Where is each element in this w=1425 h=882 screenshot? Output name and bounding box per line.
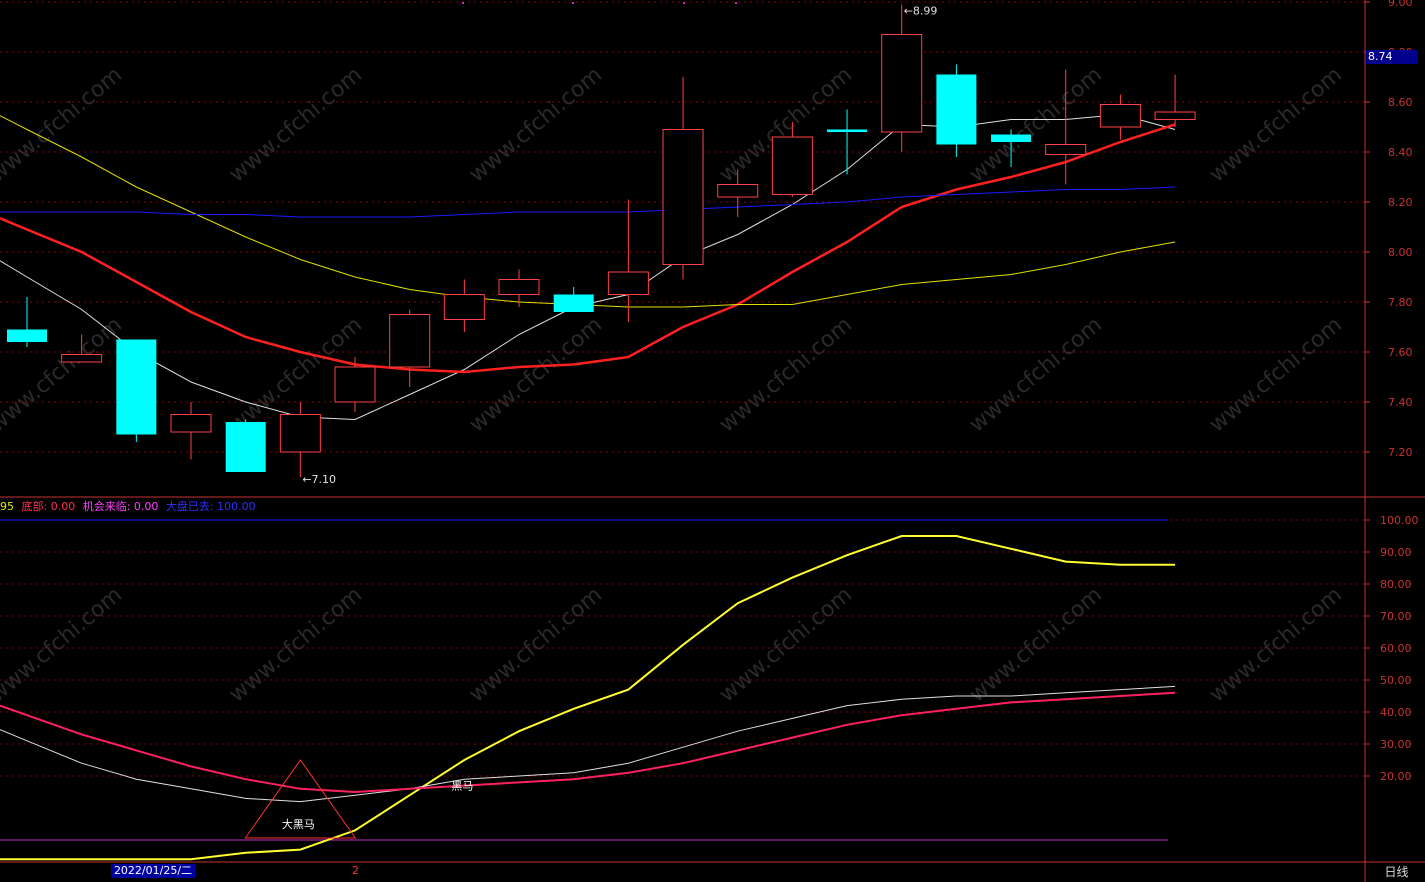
watermark-text: www.cfchi.com bbox=[1205, 582, 1347, 707]
stock-chart[interactable]: www.cfchi.com www.cfchi.com www.cfchi.com w… bbox=[0, 0, 1425, 882]
indicator-line bbox=[0, 691, 1176, 794]
candle-body-up bbox=[389, 314, 431, 368]
date-cursor: 2022/01/25/二 bbox=[111, 864, 195, 878]
watermark-text: www.cfchi.com bbox=[965, 312, 1107, 437]
signal-label: 黑马 bbox=[451, 780, 473, 793]
indicator-tick-label: 60.00 bbox=[1380, 642, 1412, 655]
period-tab-daily[interactable]: 日线 bbox=[1368, 862, 1425, 882]
high-price-annotation: ←8.99 bbox=[904, 5, 938, 18]
candle-body-up bbox=[1099, 104, 1141, 128]
price-tick-label: 8.60 bbox=[1388, 96, 1413, 109]
indicator-tick-label: 30.00 bbox=[1380, 738, 1412, 751]
price-tick-label: 8.40 bbox=[1388, 146, 1413, 159]
candle-body-down bbox=[827, 129, 868, 132]
candle-body-up bbox=[662, 129, 704, 265]
candle-body-up bbox=[771, 136, 813, 195]
candle-body-down bbox=[116, 339, 157, 435]
candle-body-up bbox=[170, 414, 212, 433]
indicator-value-main: 95 bbox=[0, 500, 14, 513]
signal-label: 大黑马 bbox=[282, 817, 315, 831]
indicator-opportunity-label: 机会来临: 0.00 bbox=[82, 500, 159, 513]
candle-body-up bbox=[498, 279, 540, 295]
indicator-tick-label: 80.00 bbox=[1380, 578, 1412, 591]
watermark-text: www.cfchi.com bbox=[225, 62, 367, 187]
price-tick-label: 8.20 bbox=[1388, 196, 1413, 209]
candle-body-up bbox=[334, 366, 376, 403]
indicator-tick-label: 40.00 bbox=[1380, 706, 1412, 719]
candle-body-up bbox=[717, 184, 759, 198]
indicator-tick-label: 100.00 bbox=[1380, 514, 1419, 527]
candle-body-up bbox=[1154, 111, 1196, 120]
date-cursor-secondary: 2 bbox=[352, 864, 359, 877]
candle-body-up bbox=[279, 414, 321, 453]
indicator-tick-label: 90.00 bbox=[1380, 546, 1412, 559]
watermark-text: www.cfchi.com bbox=[1205, 62, 1347, 187]
price-tick-label: 7.20 bbox=[1388, 446, 1413, 459]
low-price-annotation: ←7.10 bbox=[302, 473, 336, 486]
price-tick-label: 9.00 bbox=[1388, 0, 1413, 9]
price-tick-label: 7.60 bbox=[1388, 346, 1413, 359]
price-tick-label: 8.00 bbox=[1388, 246, 1413, 259]
candle-body-up bbox=[1045, 144, 1087, 155]
candle-body-up bbox=[607, 271, 649, 295]
candle-body-up bbox=[61, 354, 103, 363]
indicator-header: 95 底部: 0.00 机会来临: 0.00 大盘已去: 100.00 bbox=[0, 499, 260, 515]
watermark-text: www.cfchi.com bbox=[0, 582, 127, 707]
watermark-text: www.cfchi.com bbox=[465, 62, 607, 187]
candle-body-down bbox=[553, 294, 594, 312]
current-price-tag: 8.74 bbox=[1366, 50, 1418, 64]
watermark-text: www.cfchi.com bbox=[465, 312, 607, 437]
indicator-tick-label: 70.00 bbox=[1380, 610, 1412, 623]
watermark-text: www.cfchi.com bbox=[715, 582, 857, 707]
top-marker bbox=[572, 2, 574, 4]
watermark-text: www.cfchi.com bbox=[225, 582, 367, 707]
candle-body-down bbox=[7, 329, 47, 342]
price-tick-label: 7.80 bbox=[1388, 296, 1413, 309]
watermark-text: www.cfchi.com bbox=[715, 312, 857, 437]
top-marker bbox=[462, 2, 464, 4]
top-marker bbox=[683, 2, 685, 4]
panel-frames bbox=[0, 0, 1425, 882]
candle-body-down bbox=[991, 134, 1032, 142]
moving-average-line bbox=[0, 186, 1176, 218]
indicator-tick-label: 50.00 bbox=[1380, 674, 1412, 687]
top-marker bbox=[735, 2, 737, 4]
candle-body-down bbox=[936, 74, 977, 145]
indicator-market-gone-label: 大盘已去: 100.00 bbox=[165, 500, 256, 513]
indicator-tick-label: 20.00 bbox=[1380, 770, 1412, 783]
watermark-text: www.cfchi.com bbox=[1205, 312, 1347, 437]
indicator-bottom-label: 底部: 0.00 bbox=[21, 500, 76, 513]
watermark-text: www.cfchi.com bbox=[965, 582, 1107, 707]
watermark-text: www.cfchi.com bbox=[965, 62, 1107, 187]
price-axis: 9.008.808.608.408.208.007.807.607.407.20… bbox=[1365, 0, 1419, 783]
price-tick-label: 7.40 bbox=[1388, 396, 1413, 409]
candle-body-down bbox=[225, 422, 266, 472]
candle-body-up bbox=[881, 34, 923, 133]
watermark-text: www.cfchi.com bbox=[465, 582, 607, 707]
candle-body-up bbox=[443, 294, 485, 320]
